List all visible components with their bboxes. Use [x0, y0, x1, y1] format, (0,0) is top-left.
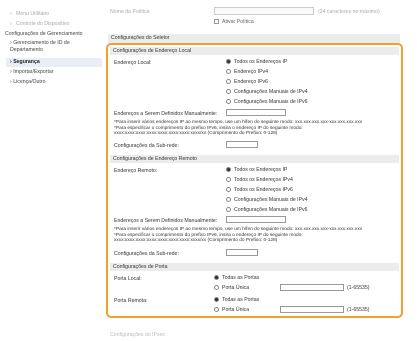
remote-address-section-title: Configurações de Endereço Remoto — [110, 155, 399, 163]
radio-icon — [226, 79, 231, 85]
remote-subnet-label: Configurações da Sub-rede: — [114, 251, 179, 257]
policy-name-input[interactable] — [214, 7, 314, 15]
activate-policy-row[interactable]: Ativar Política — [214, 19, 254, 25]
local-port-radio-single[interactable]: Porta Única — [214, 285, 249, 291]
remote-address-label: Endereço Remoto: — [114, 168, 158, 174]
local-radio-ipv6[interactable]: Endereço IPv6 — [226, 79, 268, 85]
radio-selected-icon — [226, 167, 231, 173]
remote-port-input[interactable] — [280, 306, 344, 313]
chevron-right-icon: › — [10, 40, 12, 46]
remote-radio-manual-ipv6[interactable]: Configurações Manuais de IPv6 — [226, 207, 308, 213]
chevron-right-icon: › — [10, 59, 12, 65]
local-subnet-label: Configurações da Sub-rede: — [114, 143, 179, 149]
radio-icon — [226, 99, 231, 105]
radio-icon — [214, 285, 219, 291]
activate-policy-checkbox[interactable] — [214, 19, 219, 25]
local-subnet-input[interactable] — [226, 141, 258, 148]
remote-subnet-input[interactable] — [226, 249, 258, 256]
sidebar-item-department-id[interactable]: › Gerenciamento de ID de Departamento — [10, 40, 98, 53]
sidebar-item-security[interactable]: › Segurança — [10, 59, 40, 65]
remote-port-range: (1-65535) — [347, 307, 370, 313]
local-radio-manual-ipv4[interactable]: Configurações Manuais de IPv4 — [226, 89, 308, 95]
remote-radio-all-ip[interactable]: Todos os Endereços IP — [226, 167, 287, 173]
sidebar-item-license[interactable]: › Licença/Outro — [10, 79, 45, 86]
radio-icon — [226, 207, 231, 213]
local-port-input[interactable] — [280, 284, 344, 291]
radio-icon — [226, 177, 231, 183]
radio-icon — [226, 69, 231, 75]
remote-port-radio-single[interactable]: Porta Única — [214, 307, 249, 313]
local-manual-address-input[interactable] — [226, 109, 286, 116]
local-address-label: Endereço Local: — [114, 60, 152, 66]
policy-name-label: Nome da Política — [110, 9, 150, 15]
local-port-radio-all[interactable]: Todas as Portas — [214, 275, 259, 281]
radio-icon — [226, 89, 231, 95]
sidebar-section-management: Configurações de Gerenciamento — [5, 31, 83, 37]
remote-port-label: Porta Remota: — [114, 298, 148, 304]
radio-selected-icon — [214, 297, 219, 303]
ipsec-settings-label: Configurações do IPsec — [110, 332, 166, 338]
local-note: *Para inserir vários endereços IP ao mes… — [114, 120, 363, 137]
sidebar-item-device-control[interactable]: › Controle do Dispositivo — [10, 21, 69, 27]
chevron-right-icon: › — [10, 79, 12, 85]
radio-icon — [214, 307, 219, 313]
sidebar-item-utility-menu[interactable]: › Menu Utilitário — [10, 11, 49, 17]
remote-radio-manual-ipv4[interactable]: Configurações Manuais de IPv4 — [226, 197, 308, 203]
radio-selected-icon — [214, 275, 219, 281]
port-section-title: Configurações de Porta — [110, 263, 399, 271]
radio-icon — [226, 187, 231, 193]
activate-policy-label: Ativar Política — [222, 19, 254, 25]
local-address-section-title: Configurações de Endereço Local — [110, 47, 399, 55]
selector-settings-header: Configurações do Seletor — [108, 34, 400, 43]
remote-radio-all-ipv6[interactable]: Todos os Endereços IPv6 — [226, 187, 293, 193]
remote-port-radio-all[interactable]: Todas as Portas — [214, 297, 259, 303]
local-port-label: Porta Local: — [114, 276, 142, 282]
radio-icon — [226, 197, 231, 203]
local-radio-ipv4[interactable]: Endereço IPv4 — [226, 69, 268, 75]
sidebar-item-import-export[interactable]: › Importar/Exportar — [10, 69, 54, 76]
local-manual-label: Endereços a Serem Definidos Manualmente: — [114, 111, 218, 117]
remote-radio-all-ipv4[interactable]: Todos os Endereços IPv4 — [226, 177, 293, 183]
radio-selected-icon — [226, 59, 231, 65]
sidebar: › Menu Utilitário › Controle do Dispositiv… — [0, 0, 102, 341]
chevron-right-icon: › — [10, 69, 12, 75]
remote-note: *Para inserir vários endereços IP ao mes… — [114, 227, 363, 244]
remote-manual-address-input[interactable] — [226, 216, 286, 223]
local-radio-all-ip[interactable]: Todos os Endereços IP — [226, 59, 287, 65]
local-port-range: (1-65535) — [347, 285, 370, 291]
remote-manual-label: Endereços a Serem Definidos Manualmente: — [114, 218, 218, 224]
local-radio-manual-ipv6[interactable]: Configurações Manuais de IPv6 — [226, 99, 308, 105]
policy-name-hint: (24 caracteres no máximo) — [318, 9, 380, 15]
selector-settings-panel: Configurações de Endereço Local Endereço… — [106, 43, 403, 318]
main-content: Nome da Política (24 caracteres no máxim… — [104, 0, 404, 341]
